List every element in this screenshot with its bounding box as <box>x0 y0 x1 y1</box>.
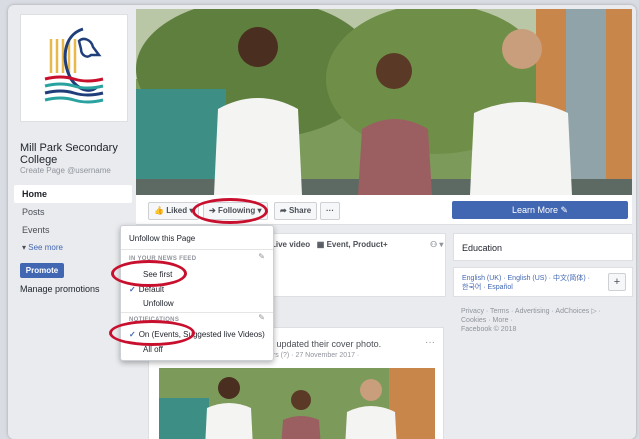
manage-promotions-link[interactable]: Manage promotions <box>20 284 100 294</box>
copyright: Facebook © 2018 <box>461 326 517 333</box>
left-column: Mill Park Secondary College Create Page … <box>8 5 136 439</box>
school-crest-icon <box>44 27 104 104</box>
post-options-button[interactable]: ··· <box>425 337 435 348</box>
share-arrow-icon: ➦ <box>280 206 287 215</box>
page-title[interactable]: Mill Park Secondary College <box>20 142 135 166</box>
share-label: Share <box>288 206 312 215</box>
all-off-item[interactable]: All off <box>143 345 163 354</box>
pencil-icon: ✎ <box>560 205 569 215</box>
see-more-link[interactable]: ▾ See more <box>14 239 132 257</box>
tab-event-product[interactable]: Event, Product+ <box>327 240 388 249</box>
post-students-image <box>159 368 435 439</box>
edit-pencil-icon[interactable]: ✎ <box>258 313 265 322</box>
create-username-link[interactable]: Create Page @username <box>20 166 111 175</box>
news-feed-heading: IN YOUR NEWS FEED <box>129 256 197 262</box>
nav-item-events[interactable]: Events <box>14 221 132 239</box>
languages-card: English (UK) · English (US) · 中文(简体) · 한… <box>453 267 633 297</box>
learn-more-button[interactable]: Learn More ✎ <box>452 201 628 219</box>
facebook-page-window: Mill Park Secondary College Create Page … <box>8 5 636 439</box>
education-label: Education <box>462 243 503 253</box>
notifications-on-item[interactable]: ✓ On (Events, Suggested live Videos) <box>129 330 265 339</box>
see-more-label: See more <box>28 243 63 252</box>
languages-line-2[interactable]: 한국어 · Español <box>462 283 624 292</box>
education-card: Education <box>453 233 633 261</box>
promote-button[interactable]: Promote <box>20 263 64 278</box>
post-photo[interactable] <box>159 368 435 439</box>
rss-icon: ➔ <box>209 206 216 215</box>
following-label: Following <box>217 206 256 215</box>
caret-down-icon: ▾ <box>257 206 262 215</box>
liked-button[interactable]: 👍 Liked ▾ <box>148 202 200 220</box>
page-action-bar: 👍 Liked ▾ ➔ Following ▾ ➦ Share ··· Lear… <box>136 195 632 225</box>
learn-more-label: Learn More <box>511 205 558 215</box>
audience-icon[interactable]: ⚇ ▾ <box>430 240 443 249</box>
post-meta: ers (?) · 27 November 2017 · <box>269 352 360 359</box>
languages-line-1[interactable]: English (UK) · English (US) · 中文(简体) · <box>462 274 624 283</box>
unfollow-item[interactable]: Unfollow <box>143 299 174 308</box>
checkmark-icon: ✓ <box>129 285 136 294</box>
cover-students-image <box>136 9 632 195</box>
unfollow-page-item[interactable]: Unfollow this Page <box>129 234 195 243</box>
more-options-button[interactable]: ··· <box>320 202 340 220</box>
default-label: Default <box>138 285 165 294</box>
notifications-on-label: On (Events, Suggested live Videos) <box>138 330 265 339</box>
post-headline: e updated their cover photo. <box>269 339 382 349</box>
menu-divider <box>121 312 273 313</box>
nav-item-home[interactable]: Home <box>14 185 132 203</box>
add-language-button[interactable]: + <box>608 273 626 291</box>
liked-label: Liked <box>166 206 188 215</box>
footer-links: Privacy · Terms · Advertising · AdChoice… <box>461 307 631 334</box>
page-logo[interactable] <box>20 14 128 122</box>
nav-item-posts[interactable]: Posts <box>14 203 132 221</box>
cover-photo[interactable] <box>136 9 632 195</box>
default-item[interactable]: ✓ Default <box>129 285 164 294</box>
following-button[interactable]: ➔ Following ▾ <box>203 202 268 220</box>
menu-divider <box>121 249 273 250</box>
caret-down-icon: ▾ <box>189 206 194 215</box>
edit-pencil-icon[interactable]: ✎ <box>258 252 265 261</box>
thumbs-up-icon: 👍 <box>154 206 164 215</box>
footer-line-2[interactable]: Cookies · More · <box>461 316 631 325</box>
composer-tabs: Live video ▦ Event, Product+ ⚇ ▾ <box>271 240 443 249</box>
tab-live-video[interactable]: Live video <box>271 240 310 249</box>
notifications-heading: NOTIFICATIONS <box>129 317 180 323</box>
footer-line-1[interactable]: Privacy · Terms · Advertising · AdChoice… <box>461 307 631 316</box>
see-first-item[interactable]: See first <box>143 270 172 279</box>
following-dropdown-menu: Unfollow this Page IN YOUR NEWS FEED ✎ S… <box>120 225 274 361</box>
page-nav: Home Posts Events ▾ See more <box>14 185 132 257</box>
share-button[interactable]: ➦ Share <box>274 202 318 220</box>
checkmark-icon: ✓ <box>129 330 136 339</box>
calendar-icon: ▦ <box>316 240 325 249</box>
triangle-down-icon: ▾ <box>22 243 27 252</box>
